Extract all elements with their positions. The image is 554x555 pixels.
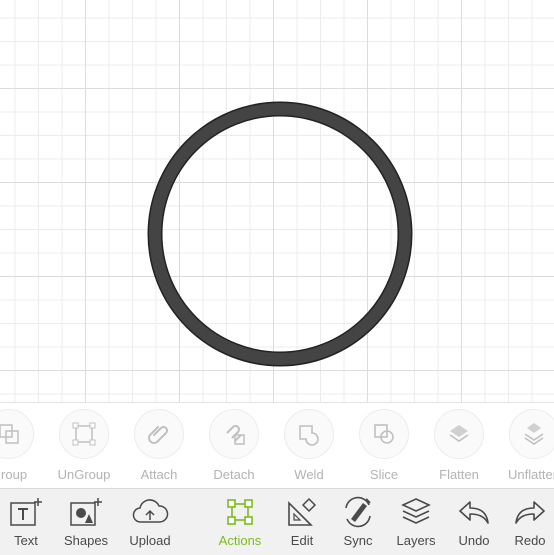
flatten-button[interactable]: Flatten	[423, 409, 495, 482]
layers-icon	[386, 495, 446, 529]
circle-shape[interactable]	[0, 0, 554, 402]
ungroup-button[interactable]: UnGroup	[48, 409, 120, 482]
ungroup-icon	[59, 409, 109, 459]
flatten-icon	[434, 409, 484, 459]
detach-button[interactable]: Detach	[198, 409, 270, 482]
actions-tab[interactable]: Actions	[210, 495, 270, 548]
actions-icon	[210, 495, 270, 529]
group-icon	[0, 409, 34, 459]
unflatten-icon	[509, 409, 554, 459]
redo-button[interactable]: Redo	[500, 495, 554, 548]
text-button[interactable]: Text	[0, 495, 56, 548]
upload-icon	[120, 495, 180, 529]
text-icon	[0, 495, 56, 529]
weld-button[interactable]: Weld	[273, 409, 345, 482]
upload-button[interactable]: Upload	[120, 495, 180, 548]
attach-icon	[134, 409, 184, 459]
layers-button[interactable]: Layers	[386, 495, 446, 548]
undo-button[interactable]: Undo	[444, 495, 504, 548]
undo-icon	[444, 495, 504, 529]
edit-icon	[272, 495, 332, 529]
attach-button[interactable]: Attach	[123, 409, 195, 482]
redo-icon	[500, 495, 554, 529]
sync-button[interactable]: Sync	[328, 495, 388, 548]
actions-panel: Group UnGroup Attach Detach Weld Slice	[0, 402, 554, 489]
slice-button[interactable]: Slice	[348, 409, 420, 482]
group-button[interactable]: Group	[0, 409, 45, 482]
shapes-icon	[56, 495, 116, 529]
design-canvas[interactable]	[0, 0, 554, 402]
bottom-toolbar: Text Shapes Upload Actions Edit Sync Lay…	[0, 488, 554, 555]
unflatten-button[interactable]: Unflatten	[498, 409, 554, 482]
sync-icon	[328, 495, 388, 529]
shapes-button[interactable]: Shapes	[56, 495, 116, 548]
edit-button[interactable]: Edit	[272, 495, 332, 548]
detach-icon	[209, 409, 259, 459]
weld-icon	[284, 409, 334, 459]
slice-icon	[359, 409, 409, 459]
